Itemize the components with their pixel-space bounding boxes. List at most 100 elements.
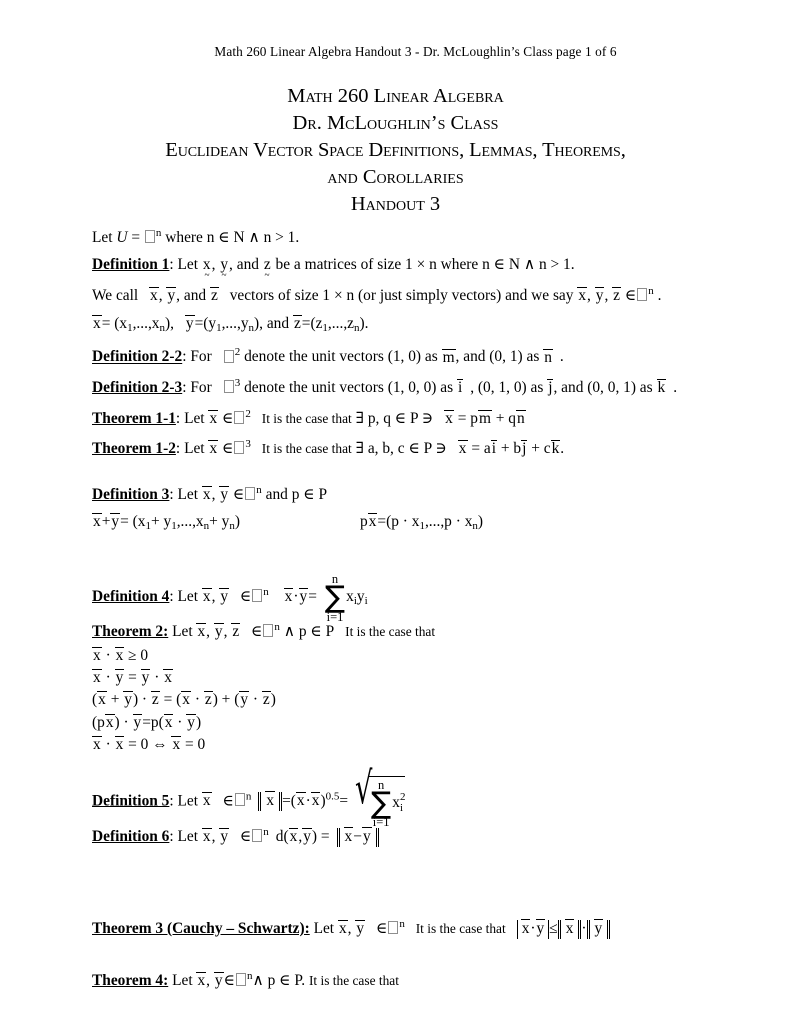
norm-delimiter: x: [258, 791, 283, 811]
theorem-1-2-period: .: [560, 440, 565, 458]
components-period: .: [364, 315, 369, 333]
d3-rhs-eq: =(p · x: [377, 513, 420, 531]
theorem-2-text-b: It is the case that: [345, 624, 436, 640]
definition-2-2-label: Definition 2-2: [92, 348, 183, 366]
definition-1-var-z: z: [263, 256, 272, 272]
theorem-1-2-exists: ∃: [355, 440, 364, 458]
theorem-2-member: ∈: [251, 623, 263, 641]
d3-rhs-vec-x: x: [367, 513, 378, 531]
prop3-plus: +: [110, 691, 120, 709]
d3-lhs-vec-y: y: [110, 513, 120, 531]
definition-1-label: Definition 1: [92, 255, 170, 273]
we-call-period: .: [657, 287, 662, 305]
theorem-2-property-zero: x · x = 0 ⇔ x = 0: [92, 736, 712, 754]
theorem-1-2-eq-mid: = a: [471, 440, 491, 458]
prop3-close: ): [270, 691, 276, 709]
d3-lhs-eq: = (x: [120, 513, 146, 531]
definition-5-member: ∈: [222, 792, 234, 810]
components-vec-y: y: [184, 315, 195, 333]
blackboard-r-placeholder-icon: [236, 972, 246, 986]
definition-6-comma: ,: [211, 827, 216, 845]
definition-6-line: Definition 6: Let x, y ∈ n d(x,y) = x−y: [92, 826, 712, 847]
theorem-2-comma-2: ,: [223, 623, 228, 641]
running-header: Math 260 Linear Algebra Handout 3 - Dr. …: [0, 44, 791, 60]
theorem-2-text-a: Let: [172, 623, 193, 641]
we-call-vec-x: x: [149, 287, 159, 305]
theorem-1-2-vec-k: k: [550, 440, 561, 458]
definition-6-vec-y: y: [219, 827, 229, 845]
prop1-x2: x: [114, 646, 124, 664]
definition-2-3-vec-j: j: [547, 379, 554, 397]
we-call-member: ∈: [624, 287, 637, 305]
prop5-dot: ·: [105, 736, 111, 754]
theorem-1-2-text-b: It is the case that: [261, 441, 352, 457]
prop3-z2: z: [203, 691, 213, 709]
definition-2-3-text-c: , (0, 1, 0) as: [470, 379, 544, 397]
prop4-x1: x: [104, 713, 115, 731]
components-line: x= (x1,...,xn), y=(y1,...,yn), and z=(z1…: [92, 315, 712, 334]
theorem-1-1-eq-lhs: x: [444, 409, 454, 427]
definition-2-3-line: Definition 2-3: For 3 denote the unit vec…: [92, 378, 712, 396]
we-call-line: We call x, y, and z vectors of size 1 × …: [92, 285, 712, 305]
components-vec-x: x: [92, 315, 102, 333]
d5-summand-sub: i: [399, 802, 403, 815]
theorem-1-2-vec-x: x: [208, 440, 218, 458]
theorem-1-1-label: Theorem 1-1: [92, 409, 176, 427]
theorem-3-norm-x: x: [564, 918, 575, 937]
theorem-2-property-distributive: (x + y) · z = (x · z) + (y · z): [92, 691, 712, 709]
prop2-dot2: ·: [154, 669, 160, 687]
definition-1-text-b: be a matrices of size 1 × n where n ∈ N …: [275, 255, 575, 273]
theorem-2-label: Theorem 2:: [92, 623, 169, 641]
preamble-where: where n ∈ N ∧ n > 1.: [165, 229, 300, 247]
definition-2-3-text-b: denote the unit vectors (1, 0, 0) as: [244, 379, 454, 397]
d3-lhs-plus-yn: + y: [209, 513, 230, 531]
theorem-1-1-vec-n: n: [516, 409, 526, 427]
definition-6-label: Definition 6: [92, 827, 170, 845]
theorem-1-2-line: Theorem 1-2: Let x ∈ 3 It is the case tha…: [92, 439, 712, 457]
theorem-1-1-line: Theorem 1-1: Let x ∈ 2 It is the case tha…: [92, 408, 712, 427]
definition-6-text-a: Let: [177, 827, 199, 845]
theorem-3-vec-y: y: [355, 919, 365, 937]
title-line-3: Euclidean Vector Space Definitions, Lemm…: [165, 139, 626, 161]
definition-2-3-period: .: [673, 379, 678, 397]
blackboard-r-placeholder-icon: [245, 486, 256, 500]
we-call-vec-z2: z: [612, 287, 621, 305]
theorem-1-1-eq-mid: = p: [457, 409, 478, 427]
definition-5-dot-x2: x: [310, 792, 321, 810]
prop3-x1: x: [97, 691, 107, 709]
we-call-vec-x2: x: [577, 287, 587, 305]
theorem-2-vec-z: z: [231, 623, 241, 641]
definition-3-label: Definition 3: [92, 485, 170, 503]
theorem-1-1-text-a: Let: [184, 409, 205, 427]
norm-delimiter-x: x: [557, 918, 582, 939]
theorem-3-exponent: n: [399, 917, 405, 930]
definition-3-formulas: x+y= (x1+ y1,...,xn+ yn) px=(p · x1,...,p…: [92, 513, 712, 532]
prop4-closedot: ) ·: [114, 713, 129, 731]
definition-1-and: and: [236, 255, 259, 273]
prop2-y2: y: [140, 669, 151, 687]
definition-2-3-colon: :: [182, 379, 187, 397]
prop2-y1: y: [114, 669, 124, 687]
theorem-2-property-commutative: x · y = y · x: [92, 669, 712, 687]
prop3-dot3: ·: [252, 691, 259, 709]
theorem-2-vec-y: y: [213, 623, 224, 641]
theorem-1-1-colon: :: [175, 409, 181, 427]
prop1-rel: ≥ 0: [128, 646, 149, 664]
theorem-2-comma-1: ,: [206, 623, 211, 641]
prop5-zero: = 0: [185, 736, 206, 754]
prop4-eqp: =p(: [142, 713, 164, 731]
theorem-1-1-in-p: ∈ P: [394, 409, 419, 427]
definition-6-member: ∈: [239, 827, 252, 845]
d3-rhs-close: ): [477, 513, 484, 531]
definition-6-norm-y: y: [361, 826, 372, 845]
components-and: , and: [259, 315, 290, 333]
prop3-plusopen: ) + (: [212, 691, 240, 709]
prop3-y2: y: [239, 691, 249, 709]
theorem-1-1-suchthat: ∋: [421, 409, 434, 427]
definition-1-comma-2: ,: [229, 255, 233, 273]
definition-2-2-text-b: denote the unit vectors (1, 0) as: [244, 348, 438, 366]
prop2-x2: x: [163, 669, 173, 687]
definition-5-power: 0.5: [325, 790, 340, 803]
definition-5-eq1: =(: [282, 792, 296, 810]
theorem-3-vec-x: x: [337, 919, 348, 937]
